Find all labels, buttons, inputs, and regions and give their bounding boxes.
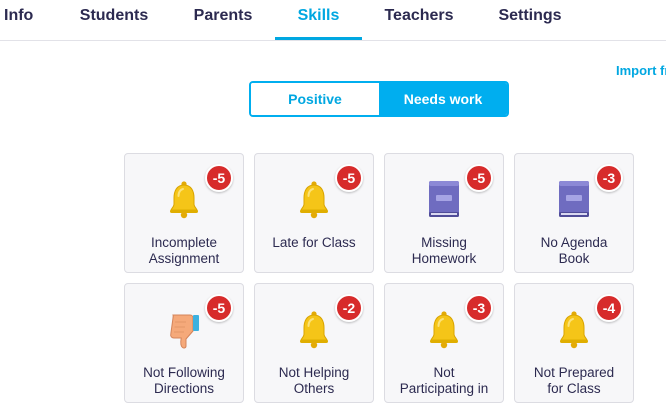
skill-label: Incomplete Assignment [129, 235, 239, 267]
book-icon [426, 179, 462, 219]
book-icon [556, 179, 592, 219]
skill-label: Missing Homework [389, 235, 499, 267]
skill-label: Late for Class [259, 235, 369, 251]
skill-card[interactable]: -5 Incomplete Assignment [124, 153, 244, 273]
skill-label-line-1: Not Prepared [533, 365, 615, 380]
skill-label: Not Participating in [389, 365, 499, 397]
positive-button[interactable]: Positive [251, 83, 379, 115]
bell-icon [556, 309, 592, 349]
skill-label: Not Following Directions [129, 365, 239, 397]
points-badge: -3 [595, 164, 623, 192]
skill-label-line-1: Late for Class [272, 235, 356, 250]
skill-label-line-1: Not [433, 365, 455, 380]
skill-label-line-2: Assignment [148, 251, 220, 266]
points-badge: -5 [335, 164, 363, 192]
skill-type-toggle: Positive Needs work [249, 81, 509, 117]
skill-label: No Agenda Book [519, 235, 629, 267]
points-badge: -5 [465, 164, 493, 192]
skill-card[interactable]: -5 Missing Homework [384, 153, 504, 273]
needs-work-button[interactable]: Needs work [379, 83, 507, 115]
tab-parents[interactable]: Parents [180, 0, 266, 40]
skill-label: Not Prepared for Class [519, 365, 629, 397]
skill-card[interactable]: -5 Late for Class [254, 153, 374, 273]
top-tab-bar: Info Students Parents Skills Teachers Se… [0, 0, 666, 41]
skill-label: Not Helping Others [259, 365, 369, 397]
skill-label-line-2: Others [293, 381, 335, 396]
import-link[interactable]: Import fr [616, 63, 666, 78]
points-badge: -5 [205, 164, 233, 192]
skill-card[interactable]: -3 No Agenda Book [514, 153, 634, 273]
skill-label-line-2: Directions [153, 381, 215, 396]
skill-label-line-1: Not Helping [278, 365, 350, 380]
skill-label-line-1: Not Following [143, 365, 225, 380]
skill-card[interactable]: -3 Not Participating in [384, 283, 504, 403]
points-badge: -3 [465, 294, 493, 322]
bell-icon [426, 309, 462, 349]
tab-settings[interactable]: Settings [488, 0, 572, 40]
bell-icon [296, 179, 332, 219]
skill-label-line-2: for Class [547, 381, 601, 396]
thumbs-down-icon [166, 309, 202, 349]
skill-label-line-2: Book [558, 251, 590, 266]
skill-label-line-2: Participating in [399, 381, 489, 396]
points-badge: -4 [595, 294, 623, 322]
tab-students[interactable]: Students [70, 0, 158, 40]
skill-label-line-1: Missing [421, 235, 467, 250]
skill-card[interactable]: -4 Not Prepared for Class [514, 283, 634, 403]
skill-label-line-2: Homework [411, 251, 477, 266]
tab-teachers[interactable]: Teachers [372, 0, 466, 40]
skill-label-line-1: Incomplete [150, 235, 218, 250]
skill-card[interactable]: -2 Not Helping Others [254, 283, 374, 403]
points-badge: -2 [335, 294, 363, 322]
skill-card[interactable]: -5 Not Following Directions [124, 283, 244, 403]
tab-skills[interactable]: Skills [275, 0, 362, 40]
bell-icon [166, 179, 202, 219]
bell-icon [296, 309, 332, 349]
skill-label-line-1: No Agenda [540, 235, 608, 250]
tab-info[interactable]: Info [0, 0, 38, 40]
points-badge: -5 [205, 294, 233, 322]
